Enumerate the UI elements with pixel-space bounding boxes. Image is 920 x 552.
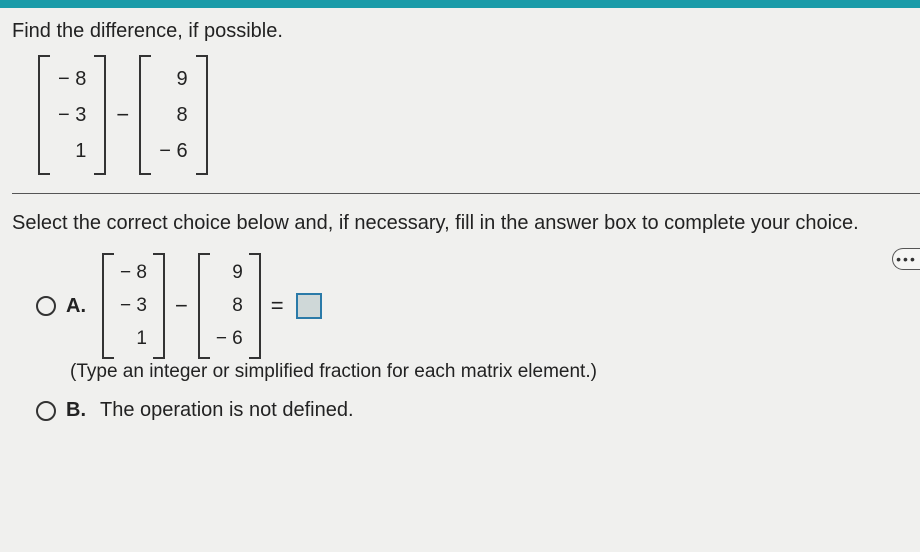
bracket-icon [38, 55, 50, 175]
bracket-icon [153, 253, 165, 359]
choice-a-m1-cell-1: − 3 [117, 290, 150, 323]
window-accent-bar [0, 0, 920, 8]
matrix-a-cell-0: − 8 [54, 61, 90, 97]
choice-a-row: A. − 8 − 3 1 − 9 8 − 6 = [36, 253, 920, 359]
choice-a-m1-cell-2: 1 [117, 323, 150, 356]
choice-b-label: B. [66, 399, 86, 422]
more-options-tab[interactable]: ••• [892, 248, 920, 270]
choice-b-text: The operation is not defined. [100, 399, 354, 422]
bracket-icon [196, 55, 208, 175]
question-panel: Find the difference, if possible. − 8 − … [0, 8, 920, 422]
section-divider [12, 193, 920, 194]
choice-a-matrix-2: 9 8 − 6 [198, 253, 261, 359]
matrix-b: 9 8 − 6 [139, 55, 207, 175]
equals-operator: = [263, 293, 292, 319]
matrix-b-cell-0: 9 [155, 61, 191, 97]
choice-a-m2-cell-1: 8 [213, 290, 246, 323]
choice-a-hint: (Type an integer or simplified fraction … [70, 361, 920, 383]
choice-a-m1-cell-0: − 8 [117, 257, 150, 290]
instruction-text: Select the correct choice below and, if … [12, 212, 920, 235]
minus-operator: − [108, 102, 137, 128]
choice-b-row: B. The operation is not defined. [36, 399, 920, 422]
matrix-a: − 8 − 3 1 [38, 55, 106, 175]
bracket-icon [139, 55, 151, 175]
dots-icon: ••• [896, 251, 917, 267]
matrix-a-cell-1: − 3 [54, 97, 90, 133]
question-prompt: Find the difference, if possible. [12, 20, 920, 43]
bracket-icon [102, 253, 114, 359]
choice-a-label: A. [66, 295, 86, 318]
matrix-b-cell-1: 8 [155, 97, 191, 133]
choice-a-m2-cell-0: 9 [213, 257, 246, 290]
matrix-a-cell-2: 1 [54, 133, 90, 169]
choice-a-radio[interactable] [36, 296, 56, 316]
question-expression: − 8 − 3 1 − 9 8 − 6 [36, 55, 920, 175]
answer-input[interactable] [296, 293, 322, 319]
bracket-icon [94, 55, 106, 175]
bracket-icon [249, 253, 261, 359]
bracket-icon [198, 253, 210, 359]
matrix-b-cell-2: − 6 [155, 133, 191, 169]
choice-b-radio[interactable] [36, 401, 56, 421]
choice-a-m2-cell-2: − 6 [213, 323, 246, 356]
minus-operator: − [167, 293, 196, 319]
choice-a-matrix-1: − 8 − 3 1 [102, 253, 165, 359]
